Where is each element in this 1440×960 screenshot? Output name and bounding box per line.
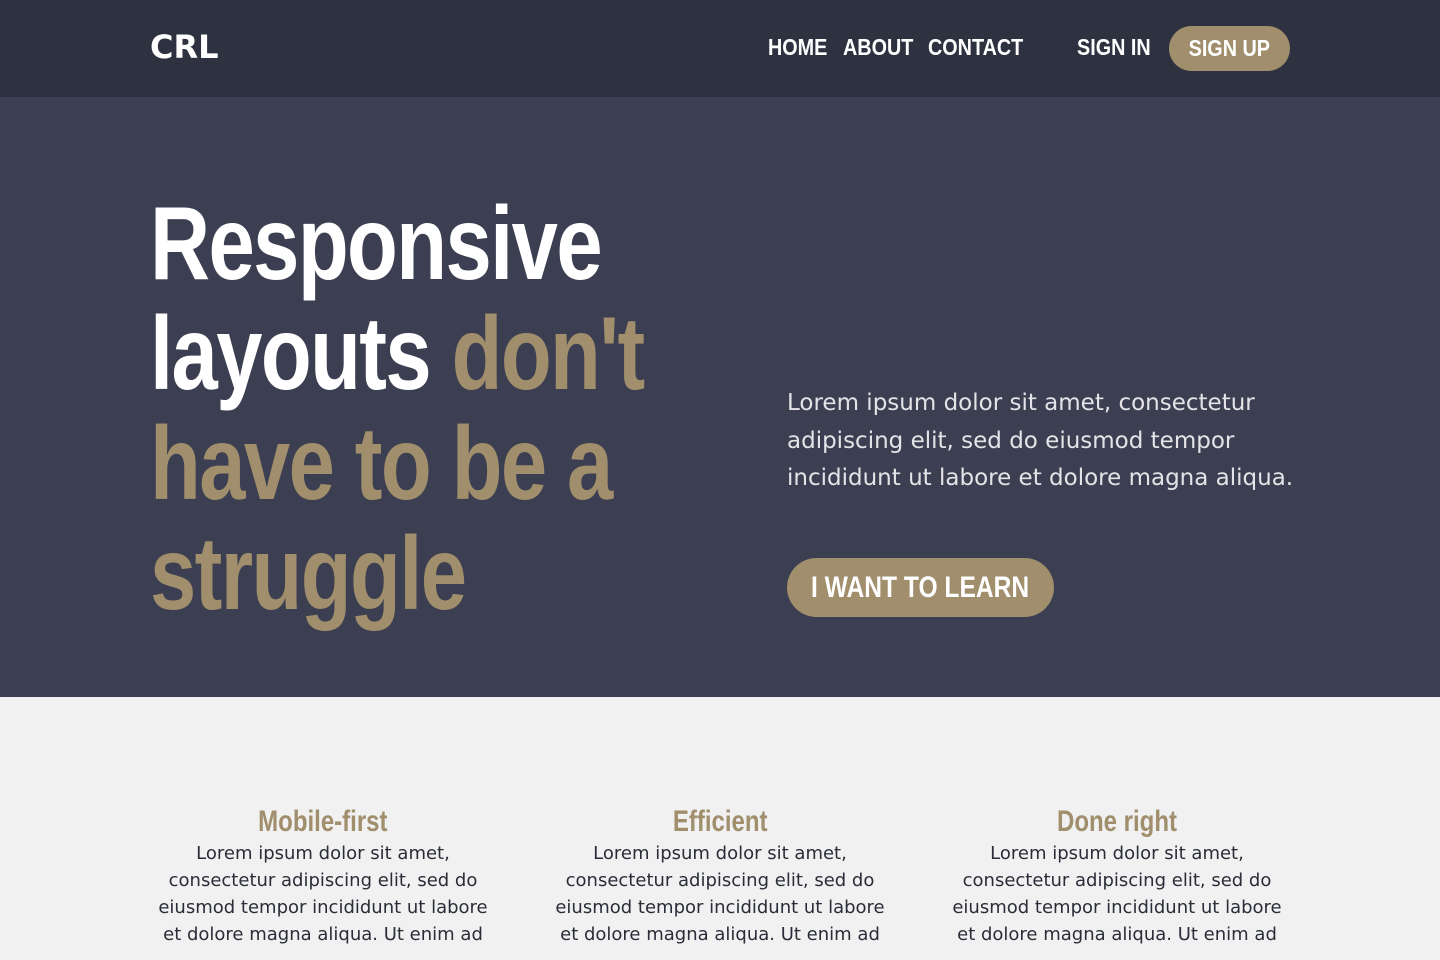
hero-title-line-4: struggle — [150, 516, 467, 632]
learn-cta-label: I WANT TO LEARN — [811, 571, 1030, 604]
hero-title-white-word: layouts — [150, 296, 432, 412]
hero-description: Lorem ipsum dolor sit amet, consectetur … — [787, 390, 1294, 491]
feature-title-text: Efficient — [672, 805, 768, 838]
logo[interactable]: CRL — [150, 28, 219, 66]
nav-about-link[interactable]: ABOUT — [843, 34, 913, 61]
feature-title: Done right — [947, 804, 1287, 840]
features-section: Mobile-first Lorem ipsum dolor sit amet,… — [0, 697, 1440, 960]
nav-contact-link[interactable]: CONTACT — [928, 34, 1023, 61]
hero-title: Responsive layouts don't have to be a st… — [150, 189, 750, 629]
sign-in-link[interactable]: SIGN IN — [1077, 34, 1151, 61]
hero-section: Responsive layouts don't have to be a st… — [0, 97, 1440, 697]
feature-title: Mobile-first — [153, 804, 493, 840]
feature-efficient: Efficient Lorem ipsum dolor sit amet, co… — [550, 804, 890, 948]
nav-home-link[interactable]: HOME — [768, 34, 827, 61]
feature-mobile-first: Mobile-first Lorem ipsum dolor sit amet,… — [153, 804, 493, 948]
site-header: CRL HOME ABOUT CONTACT SIGN IN SIGN UP — [0, 0, 1440, 97]
feature-done-right: Done right Lorem ipsum dolor sit amet, c… — [947, 804, 1287, 948]
hero-title-accent-word: don't — [451, 296, 646, 412]
sign-up-button[interactable]: SIGN UP — [1169, 26, 1290, 71]
hero-title-line-2: layouts don't — [150, 296, 645, 412]
main-nav: HOME ABOUT CONTACT — [768, 34, 1023, 61]
sign-up-label: SIGN UP — [1188, 35, 1271, 61]
hero-title-line-1: Responsive — [150, 186, 603, 302]
feature-title-text: Mobile-first — [258, 805, 388, 838]
feature-title: Efficient — [550, 804, 890, 840]
hero-title-line-3: have to be a — [150, 406, 613, 522]
learn-cta-button[interactable]: I WANT TO LEARN — [787, 558, 1054, 617]
feature-text: Lorem ipsum dolor sit amet, consectetur … — [952, 843, 1282, 945]
feature-title-text: Done right — [1057, 805, 1177, 838]
feature-text: Lorem ipsum dolor sit amet, consectetur … — [555, 843, 885, 945]
feature-text: Lorem ipsum dolor sit amet, consectetur … — [158, 843, 488, 945]
